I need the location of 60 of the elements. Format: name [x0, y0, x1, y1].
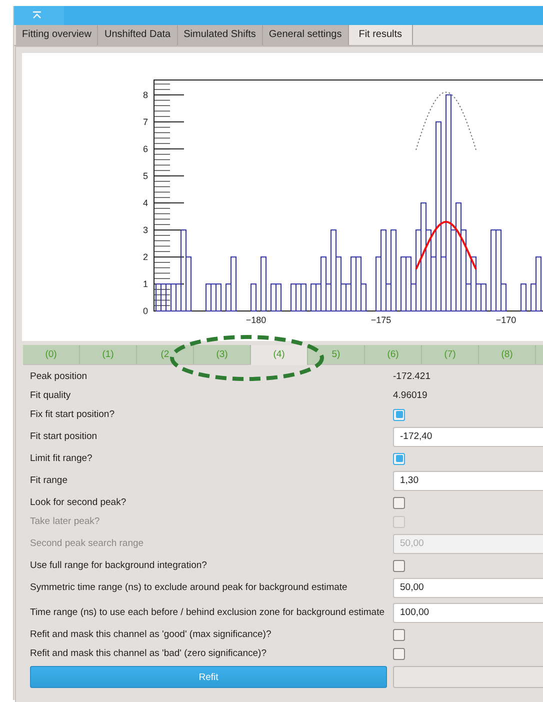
field-label: Look for second peak?	[30, 497, 128, 508]
value-text: -172.421	[393, 371, 432, 382]
channel-tab[interactable]: (2	[137, 345, 194, 364]
histogram-bar	[260, 256, 266, 312]
field-label: Take later peak?	[30, 516, 101, 527]
channel-tab[interactable]: (4)	[251, 345, 308, 365]
channel-tab[interactable]: (8)	[479, 345, 536, 364]
tab[interactable]: Fit results	[348, 25, 414, 45]
y-tick-label: 5	[142, 170, 148, 181]
field-label: Fix fit start position?	[30, 409, 116, 420]
field-label: Refit and mask this channel as 'good' (max significance)?	[30, 629, 272, 640]
fit-curve	[415, 220, 477, 270]
field-label: Time range (ns) to use each before / behind exclusion zone for background estimate	[30, 607, 386, 618]
y-tick-label: 1	[142, 278, 148, 289]
x-tick-label: −175	[370, 315, 392, 325]
checkbox[interactable]	[393, 628, 405, 640]
refit-button[interactable]: Refit	[30, 666, 387, 688]
histogram-bar	[250, 283, 256, 312]
field-label: Refit and mask this channel as 'bad' (zero significance)?	[30, 648, 268, 659]
field-label: Fit quality	[30, 390, 72, 401]
checkbox[interactable]	[393, 560, 405, 572]
checkbox[interactable]	[393, 452, 405, 464]
y-tick-label: 8	[142, 90, 148, 100]
start-curve	[416, 92, 476, 150]
y-tick-label: 3	[142, 224, 148, 235]
channel-tab[interactable]: (0)	[23, 345, 80, 364]
channel-tab[interactable]: (1)	[80, 345, 137, 364]
y-tick-label: 2	[142, 252, 148, 262]
field-label: Peak position	[30, 371, 88, 382]
field-label: Fit range	[30, 475, 68, 486]
input-field[interactable]: 1,30	[393, 470, 543, 490]
blank-button[interactable]	[393, 666, 543, 688]
channel-tab[interactable]: (7)	[422, 345, 479, 364]
value-text: 4.96019	[393, 390, 428, 401]
x-tick-label: −180	[246, 315, 266, 325]
y-tick-label: 4	[142, 198, 148, 208]
tab[interactable]: General settings	[262, 25, 349, 45]
tab[interactable]: Unshifted Data	[98, 25, 178, 45]
y-tick-label: 7	[142, 116, 148, 127]
field-label: Use full range for background integration?	[30, 560, 208, 571]
checkbox[interactable]	[393, 496, 405, 508]
input-field[interactable]: -172,40	[393, 426, 543, 446]
tab[interactable]: Fitting overview	[16, 25, 98, 45]
x-tick-label: −170	[496, 315, 516, 325]
y-tick-label: 0	[142, 306, 148, 316]
field-label: Symmetric time range (ns) to exclude around peak for background estimate	[30, 582, 348, 593]
tab[interactable]: Simulated Shifts	[178, 25, 263, 45]
field-label: Limit fit range?	[30, 453, 94, 464]
field-label: Second peak search range	[30, 538, 145, 549]
histogram-bar	[520, 283, 526, 312]
channel-tab[interactable]: (3)	[194, 345, 251, 364]
collapse-icon[interactable]	[32, 11, 42, 19]
input-field[interactable]: 50,00	[393, 578, 543, 598]
field-label: Fit start position	[30, 431, 98, 442]
channel-tab[interactable]: 5)	[308, 345, 365, 364]
channel-tab[interactable]: (6)	[365, 345, 422, 364]
checkbox[interactable]	[393, 648, 405, 660]
checkbox[interactable]	[393, 408, 405, 420]
input-field[interactable]: 100,00	[393, 602, 543, 622]
y-tick-label: 6	[142, 144, 148, 154]
